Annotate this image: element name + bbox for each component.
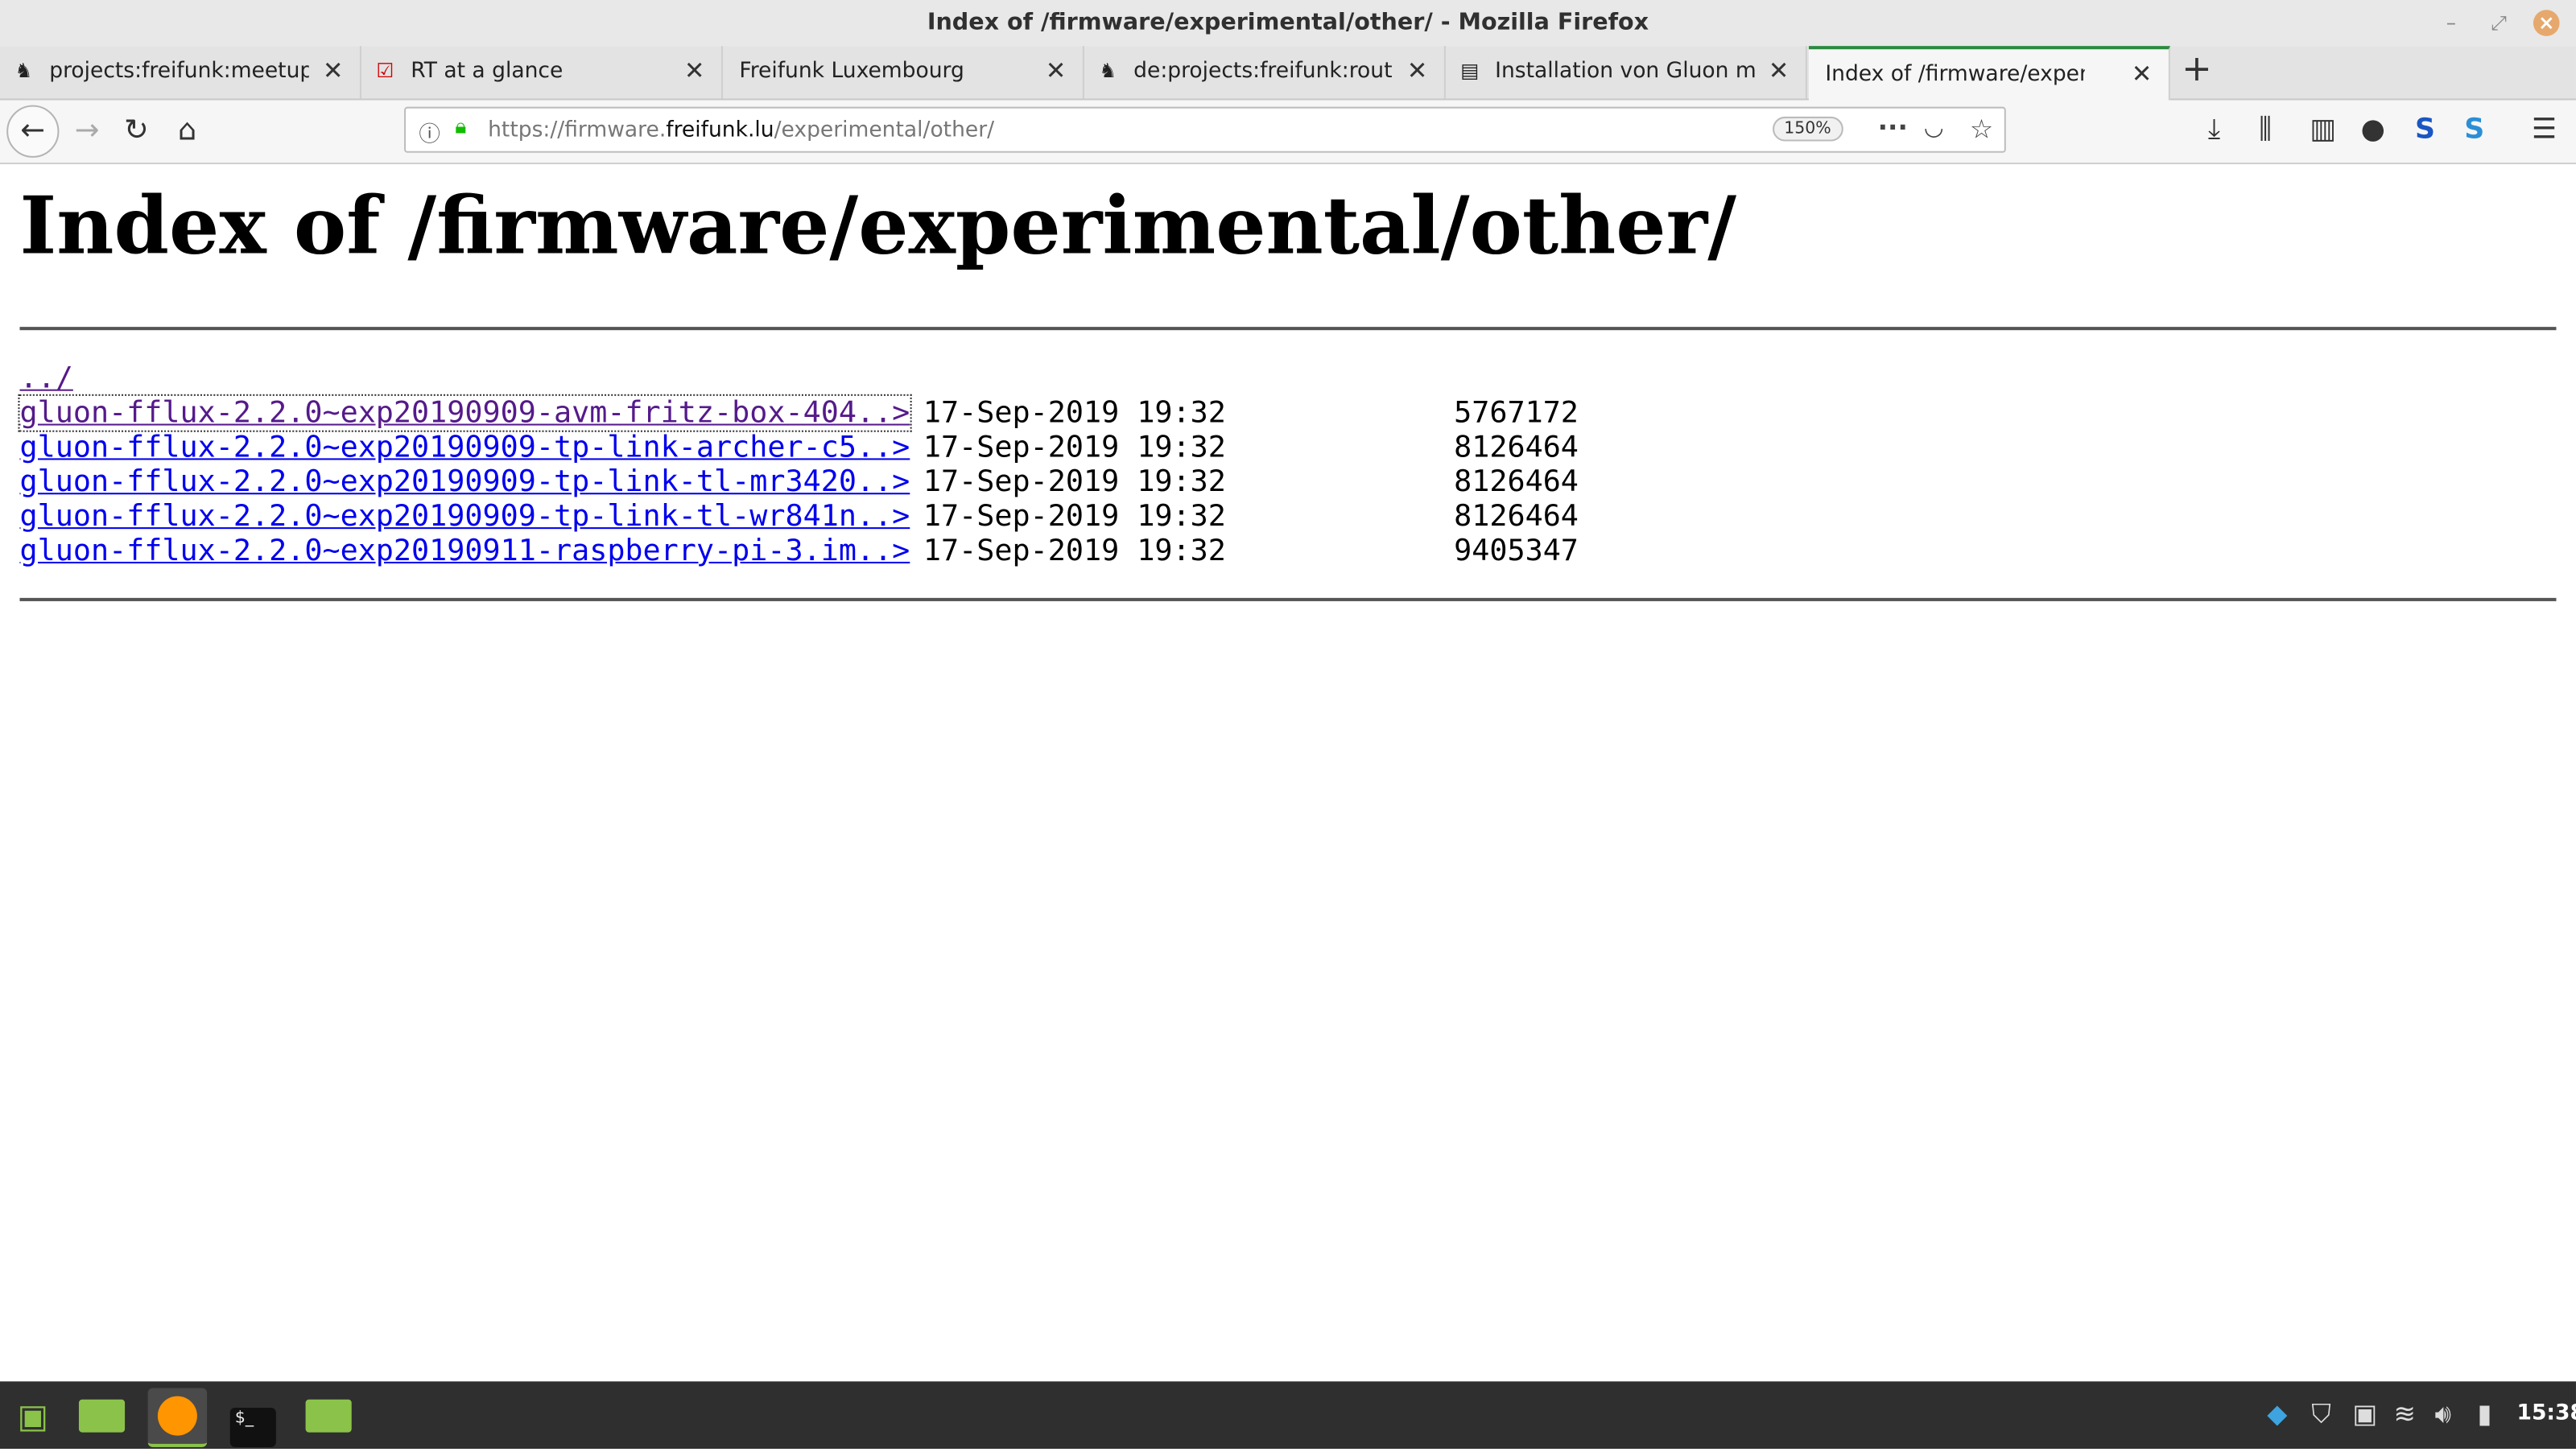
library-icon[interactable]: ⫼ bbox=[2259, 113, 2272, 146]
menu-icon[interactable]: ☰ bbox=[2532, 113, 2557, 146]
tab-label: de:projects:freifunk:routerfla bbox=[1133, 59, 1393, 85]
minimize-icon[interactable]: – bbox=[2438, 10, 2465, 36]
back-button[interactable]: ← bbox=[6, 105, 60, 158]
close-tab-icon[interactable]: ✕ bbox=[684, 56, 705, 85]
parent-directory-link[interactable]: ../ bbox=[19, 361, 72, 396]
tab-meetup[interactable]: ♞ projects:freifunk:meetup:201 ✕ bbox=[0, 46, 361, 99]
table-row: gluon-fflux-2.2.0~exp20190909-tp-link-tl… bbox=[19, 499, 1578, 534]
close-tab-icon[interactable]: ✕ bbox=[1046, 56, 1067, 85]
new-tab-button[interactable]: + bbox=[2182, 49, 2212, 90]
close-window-icon[interactable]: × bbox=[2533, 10, 2560, 36]
tab-label: Index of /firmware/experimental bbox=[1825, 62, 2084, 88]
file-date: 17-Sep-2019 19:32 bbox=[923, 499, 1226, 534]
pocket-icon[interactable]: ◡ bbox=[1924, 115, 1944, 142]
table-row: gluon-fflux-2.2.0~exp20190909-tp-link-ar… bbox=[19, 431, 1578, 465]
firefox-icon[interactable] bbox=[147, 1388, 208, 1447]
file-date: 17-Sep-2019 19:32 bbox=[923, 464, 1226, 500]
extension-s2-icon[interactable]: S bbox=[2464, 113, 2484, 146]
file-size: 5767172 bbox=[1454, 395, 1579, 431]
file-size: 8126464 bbox=[1454, 464, 1579, 500]
window-title: Index of /firmware/experimental/other/ -… bbox=[927, 10, 1649, 36]
table-row: gluon-fflux-2.2.0~exp20190911-raspberry-… bbox=[19, 534, 1578, 568]
clipboard-icon[interactable]: ▣ bbox=[2352, 1398, 2377, 1429]
terminal-icon[interactable]: $_ bbox=[224, 1388, 283, 1447]
divider bbox=[19, 597, 2557, 601]
volume-icon[interactable]: 🔊︎ bbox=[2434, 1398, 2451, 1431]
reload-button[interactable]: ↻ bbox=[112, 107, 161, 156]
forward-button[interactable]: → bbox=[63, 107, 112, 156]
file-link[interactable]: gluon-fflux-2.2.0~exp20190909-tp-link-tl… bbox=[19, 499, 910, 534]
home-button[interactable]: ⌂ bbox=[163, 107, 212, 156]
extension-s-icon[interactable]: S bbox=[2415, 113, 2435, 146]
sidebar-icon[interactable]: ▥ bbox=[2310, 113, 2336, 146]
file-size: 8126464 bbox=[1454, 499, 1579, 534]
rt-icon: ☑ bbox=[376, 59, 394, 83]
close-tab-icon[interactable]: ✕ bbox=[323, 56, 344, 85]
tab-installation[interactable]: ▤ Installation von Gluon mittels ✕ bbox=[1446, 46, 1807, 99]
table-row: gluon-fflux-2.2.0~exp20190909-tp-link-tl… bbox=[19, 465, 1578, 500]
navigation-toolbar: ← → ↻ ⌂ ⓘ 🔒︎ https://firmware.freifunk.l… bbox=[0, 100, 2576, 165]
table-row: gluon-fflux-2.2.0~exp20190909-avm-fritz-… bbox=[18, 394, 1579, 432]
wifi-icon[interactable]: ≋ bbox=[2393, 1398, 2415, 1429]
lock-icon[interactable]: 🔒︎ bbox=[455, 115, 466, 140]
page-title: Index of /firmware/experimental/other/ bbox=[19, 180, 1736, 273]
tab-label: RT at a glance bbox=[411, 59, 564, 85]
tab-label: Installation von Gluon mittels bbox=[1495, 59, 1755, 85]
tab-freifunk-luxembourg[interactable]: Freifunk Luxembourg ✕ bbox=[723, 46, 1084, 99]
file-link[interactable]: gluon-fflux-2.2.0~exp20190909-tp-link-ar… bbox=[19, 431, 910, 465]
close-tab-icon[interactable]: ✕ bbox=[1407, 56, 1428, 85]
bookmark-star-icon[interactable]: ☆ bbox=[1970, 113, 1993, 145]
url-text[interactable]: https://firmware.freifunk.lu/experimenta… bbox=[488, 118, 994, 143]
url-bar[interactable]: ⓘ 🔒︎ https://firmware.freifunk.lu/experi… bbox=[404, 106, 2006, 153]
files-icon[interactable] bbox=[72, 1388, 131, 1443]
tab-rt[interactable]: ☑ RT at a glance ✕ bbox=[361, 46, 723, 99]
account-icon[interactable]: ● bbox=[2361, 113, 2385, 146]
shield-icon[interactable]: ⛉ bbox=[2311, 1398, 2331, 1431]
wiki-icon: ♞ bbox=[1099, 59, 1117, 83]
download-icon[interactable]: ⤓ bbox=[2208, 113, 2220, 146]
tab-index-active[interactable]: Index of /firmware/experimental ✕ bbox=[1808, 46, 2170, 101]
file-link[interactable]: gluon-fflux-2.2.0~exp20190911-raspberry-… bbox=[19, 534, 910, 568]
close-tab-icon[interactable]: ✕ bbox=[2132, 59, 2153, 89]
file-date: 17-Sep-2019 19:32 bbox=[923, 395, 1226, 431]
divider bbox=[19, 327, 2557, 331]
clock[interactable]: 15:38 bbox=[2517, 1401, 2576, 1426]
folder-icon[interactable] bbox=[299, 1388, 357, 1443]
file-link[interactable]: gluon-fflux-2.2.0~exp20190909-tp-link-tl… bbox=[19, 465, 910, 500]
list-item: ../ bbox=[19, 361, 72, 396]
wiki-icon: ♞ bbox=[14, 59, 33, 83]
maximize-icon[interactable]: ⤢ bbox=[2486, 10, 2512, 36]
window-titlebar: Index of /firmware/experimental/other/ -… bbox=[0, 0, 2576, 47]
reader-icon: ▤ bbox=[1460, 59, 1480, 83]
tab-routerflash[interactable]: ♞ de:projects:freifunk:routerfla ✕ bbox=[1084, 46, 1446, 99]
page-content: Index of /firmware/experimental/other/ .… bbox=[0, 164, 2576, 1382]
taskbar: ▣ $_ ◆ ⛉ ▣ ≋ 🔊︎ ▮ 15:38 bbox=[0, 1381, 2576, 1449]
info-icon[interactable]: ⓘ bbox=[419, 117, 440, 148]
zoom-level-badge[interactable]: 150% bbox=[1773, 116, 1843, 142]
file-date: 17-Sep-2019 19:32 bbox=[923, 430, 1226, 465]
battery-icon[interactable]: ▮ bbox=[2478, 1398, 2492, 1429]
tab-label: projects:freifunk:meetup:201 bbox=[49, 59, 308, 85]
page-actions-icon[interactable]: ··· bbox=[1878, 112, 1908, 143]
file-date: 17-Sep-2019 19:32 bbox=[923, 534, 1226, 569]
close-tab-icon[interactable]: ✕ bbox=[1769, 56, 1790, 85]
file-size: 8126464 bbox=[1454, 430, 1579, 465]
mint-menu-icon[interactable]: ▣ bbox=[3, 1388, 62, 1443]
tab-label: Freifunk Luxembourg bbox=[739, 59, 964, 85]
file-link[interactable]: gluon-fflux-2.2.0~exp20190909-avm-fritz-… bbox=[18, 394, 912, 432]
vpn-icon[interactable]: ◆ bbox=[2267, 1398, 2287, 1429]
file-size: 9405347 bbox=[1454, 534, 1579, 569]
